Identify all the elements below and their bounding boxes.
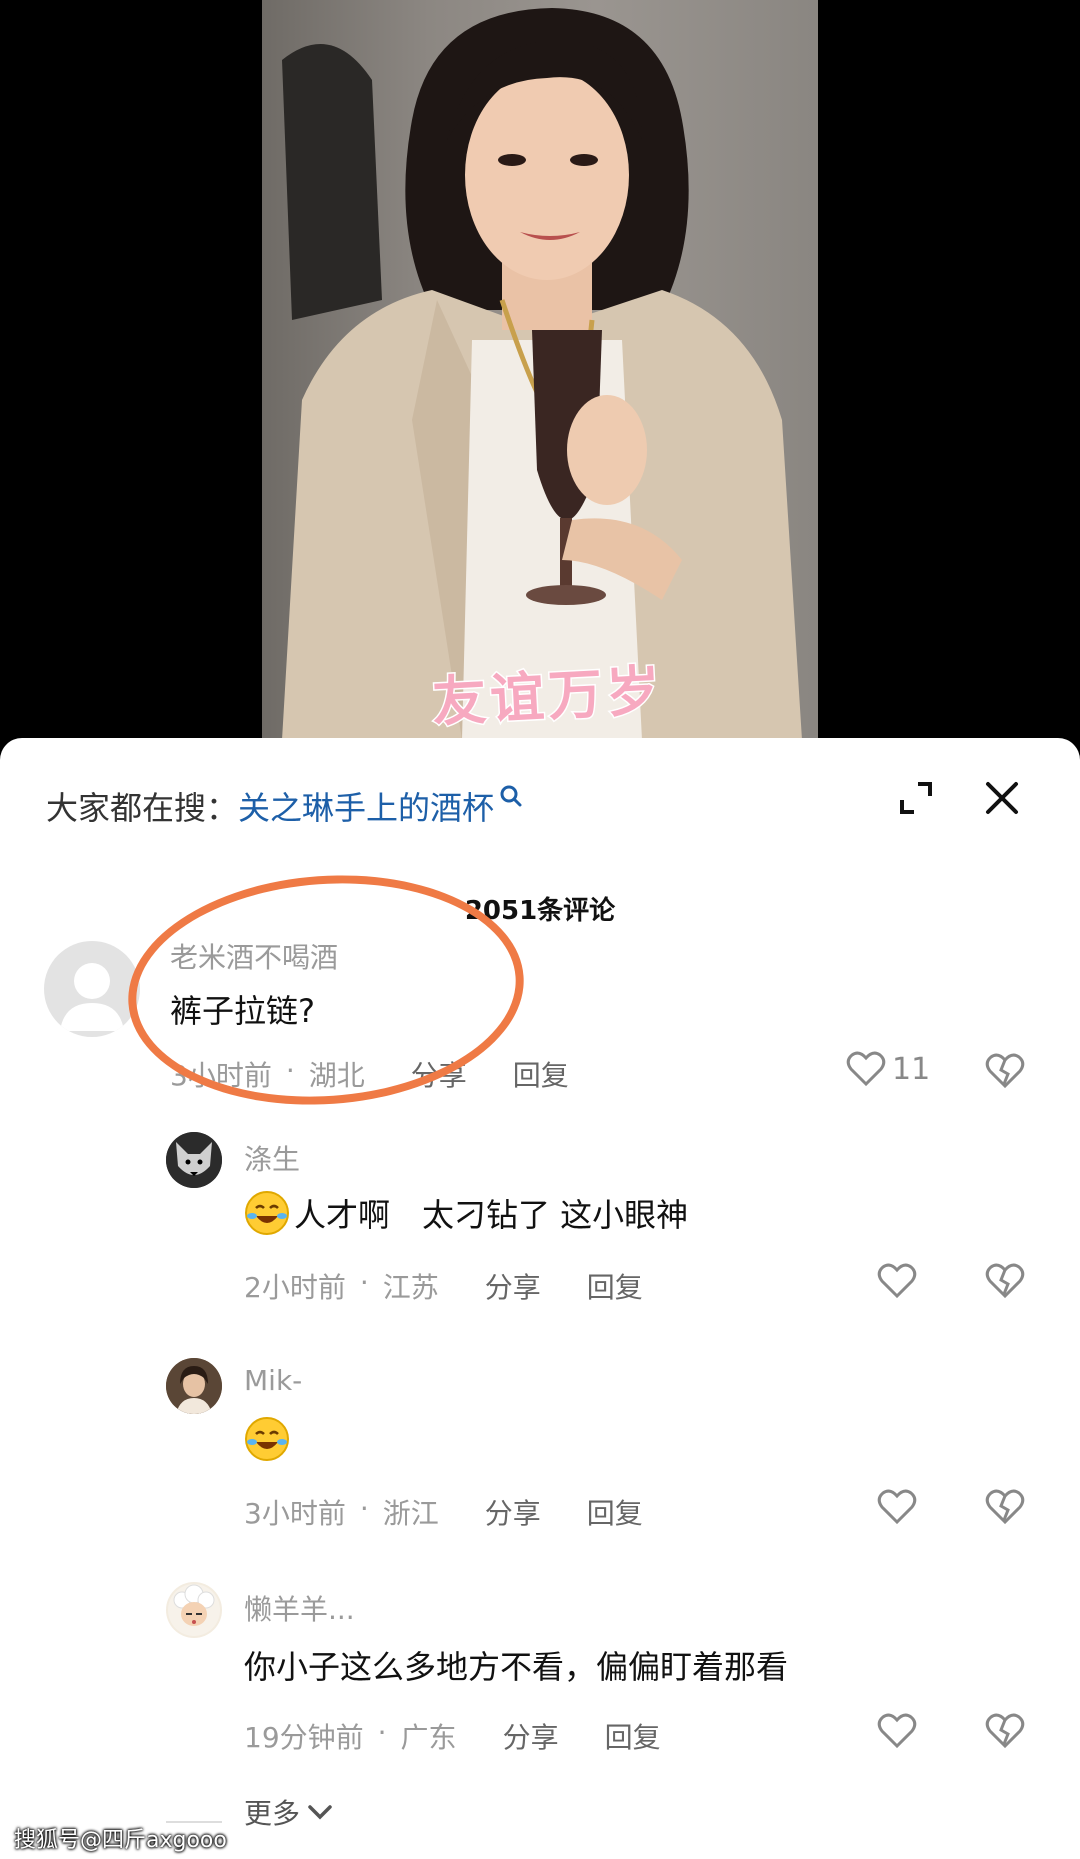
expand-icon[interactable] bbox=[896, 778, 936, 818]
video-caption: 友谊万岁 bbox=[429, 656, 667, 735]
heart-icon bbox=[846, 1051, 886, 1087]
share-button[interactable]: 分享 bbox=[485, 1492, 541, 1532]
comment-time: 3小时前 bbox=[170, 1059, 272, 1092]
reply-button[interactable]: 回复 bbox=[587, 1492, 643, 1532]
comment-region: 广东 bbox=[400, 1721, 457, 1754]
like-button[interactable]: 11 bbox=[846, 1050, 930, 1088]
comment-body bbox=[244, 1416, 294, 1462]
avatar[interactable] bbox=[166, 1582, 222, 1638]
comment-time: 2小时前 bbox=[244, 1271, 346, 1304]
reply-button[interactable]: 回复 bbox=[605, 1716, 661, 1756]
heart-icon[interactable] bbox=[877, 1712, 917, 1750]
comment-text: 人才啊 太刁钻了 这小眼神 bbox=[294, 1196, 689, 1234]
comment-time: 3小时前 bbox=[244, 1497, 346, 1530]
broken-heart-icon[interactable] bbox=[985, 1262, 1025, 1300]
avatar[interactable] bbox=[166, 1132, 222, 1188]
wolf-avatar-icon bbox=[166, 1132, 222, 1188]
comment-username[interactable]: 老米酒不喝酒 bbox=[170, 936, 338, 976]
search-suggestion-link[interactable]: 关之琳手上的酒杯 bbox=[238, 783, 494, 829]
reply-button[interactable]: 回复 bbox=[513, 1054, 569, 1094]
more-label: 更多 bbox=[244, 1797, 301, 1830]
close-icon[interactable] bbox=[982, 778, 1022, 818]
video-player[interactable]: 友谊万岁 bbox=[0, 0, 1080, 740]
reply-button[interactable]: 回复 bbox=[587, 1266, 643, 1306]
comment-meta: 2小时前 · 江苏 分享 回复 bbox=[244, 1266, 643, 1306]
comment-region: 浙江 bbox=[382, 1497, 439, 1530]
default-avatar-icon bbox=[60, 963, 124, 1031]
comment-sheet: 大家都在搜： 关之琳手上的酒杯 2051条评论 老米酒不喝酒 裤子拉链? 3小时… bbox=[0, 738, 1080, 1859]
search-suggestion[interactable]: 大家都在搜： 关之琳手上的酒杯 bbox=[46, 784, 524, 828]
comment-meta: 3小时前 · 浙江 分享 回复 bbox=[244, 1492, 643, 1532]
comment-username[interactable]: 涤生 bbox=[244, 1138, 300, 1178]
comment-count: 2051条评论 bbox=[464, 896, 616, 926]
comment-username[interactable]: Mik- bbox=[244, 1364, 302, 1397]
heart-icon[interactable] bbox=[877, 1262, 917, 1300]
meta-separator: · bbox=[359, 1266, 369, 1299]
chevron-down-icon bbox=[308, 1805, 332, 1820]
search-icon[interactable] bbox=[498, 783, 524, 809]
comment-region: 江苏 bbox=[382, 1271, 439, 1304]
avatar[interactable] bbox=[166, 1358, 222, 1414]
broken-heart-icon[interactable] bbox=[985, 1488, 1025, 1526]
broken-heart-icon[interactable] bbox=[985, 1712, 1025, 1750]
user-photo-avatar-icon bbox=[166, 1358, 222, 1414]
comment-text: 你小子这么多地方不看，偏偏盯着那看 bbox=[244, 1648, 789, 1686]
comment-time: 19分钟前 bbox=[244, 1721, 364, 1754]
avatar[interactable] bbox=[44, 941, 140, 1037]
like-count: 11 bbox=[892, 1051, 931, 1087]
meta-separator: · bbox=[285, 1054, 295, 1087]
comment-meta: 3小时前 · 湖北 分享 回复 bbox=[170, 1054, 569, 1094]
comment-region: 湖北 bbox=[308, 1059, 365, 1092]
watermark: 搜狐号@四斤axgooo bbox=[14, 1828, 227, 1853]
search-prefix-label: 大家都在搜： bbox=[46, 789, 239, 827]
share-button[interactable]: 分享 bbox=[485, 1266, 541, 1306]
video-frame[interactable]: 友谊万岁 bbox=[262, 0, 818, 740]
video-still-image bbox=[282, 8, 802, 740]
heart-icon[interactable] bbox=[877, 1488, 917, 1526]
comment-body: 人才啊 太刁钻了 这小眼神 bbox=[244, 1190, 688, 1236]
meta-separator: · bbox=[377, 1716, 387, 1749]
more-replies-button[interactable]: 更多 bbox=[244, 1792, 334, 1832]
share-button[interactable]: 分享 bbox=[411, 1054, 467, 1094]
laugh-cry-emoji-icon bbox=[245, 1417, 289, 1461]
laugh-cry-emoji-icon bbox=[245, 1191, 289, 1235]
meta-separator: · bbox=[359, 1492, 369, 1525]
lazy-sheep-avatar-icon bbox=[168, 1584, 220, 1636]
share-button[interactable]: 分享 bbox=[503, 1716, 559, 1756]
comment-username[interactable]: 懒羊羊... bbox=[244, 1588, 355, 1628]
broken-heart-icon[interactable] bbox=[985, 1052, 1025, 1090]
comment-meta: 19分钟前 · 广东 分享 回复 bbox=[244, 1716, 661, 1756]
comment-text: 裤子拉链? bbox=[170, 992, 315, 1030]
